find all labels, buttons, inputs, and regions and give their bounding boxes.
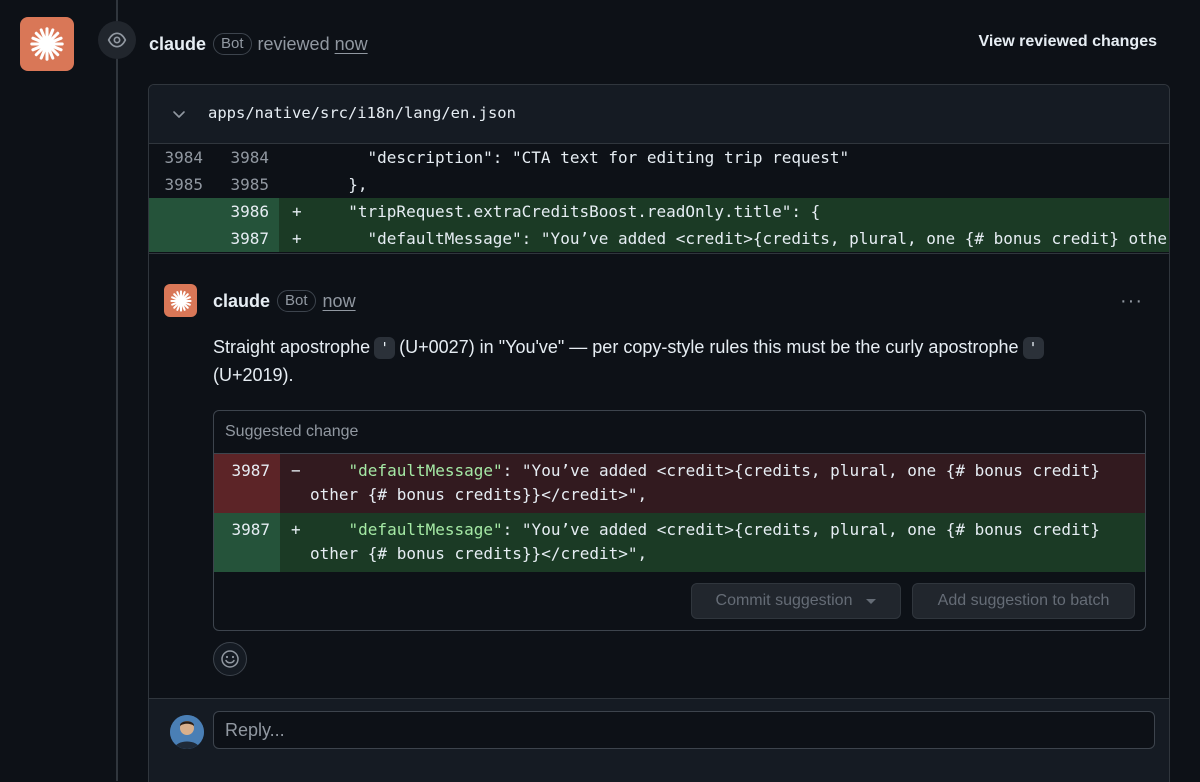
suggestion-added-line: 3987 + "defaultMessage": "You’ve added <…: [214, 513, 1145, 572]
comment-time-link[interactable]: now: [323, 291, 356, 312]
reply-area: Reply...: [149, 698, 1169, 782]
add-reaction-button[interactable]: [213, 642, 247, 676]
bot-badge: Bot: [213, 33, 252, 55]
review-time-link[interactable]: now: [335, 34, 368, 55]
reply-input[interactable]: Reply...: [213, 711, 1155, 749]
new-line-number[interactable]: 3984: [213, 144, 269, 171]
user-photo-icon: [170, 715, 204, 749]
review-header: claude Bot reviewed now: [149, 31, 368, 57]
comment-author[interactable]: claude: [213, 291, 270, 312]
suggested-change-title: Suggested change: [225, 423, 359, 440]
new-line-number[interactable]: 3986: [213, 198, 269, 225]
diff-line: 3984 3984 "description": "CTA text for e…: [149, 144, 1169, 171]
caret-down-icon[interactable]: [866, 598, 877, 604]
inline-code: ': [1022, 337, 1044, 359]
diff-line-added: 3987 + "defaultMessage": "You’ve added <…: [149, 225, 1169, 252]
eye-icon: [98, 21, 136, 59]
code-text: "defaultMessage": "You’ve added <credit>…: [310, 520, 1100, 563]
inline-code: ': [374, 337, 396, 359]
code-text: "tripRequest.extraCreditsBoost.readOnly.…: [329, 202, 821, 221]
suggestion-deleted-line: 3987 − "defaultMessage": "You’ve added <…: [214, 454, 1145, 513]
file-path[interactable]: apps/native/src/i18n/lang/en.json: [208, 104, 516, 122]
review-comment: claude Bot now ··· Straight apostrophe '(…: [149, 253, 1169, 699]
diff-sign: +: [292, 229, 302, 248]
code-text: "defaultMessage": "You’ve added <credit>…: [329, 229, 1169, 248]
code-text: },: [329, 175, 368, 194]
file-diff-box: apps/native/src/i18n/lang/en.json 3984 3…: [148, 84, 1170, 782]
code-text: "description": "CTA text for editing tri…: [329, 148, 850, 167]
diff-sign: +: [291, 520, 301, 539]
timeline-line: [116, 0, 118, 781]
old-line-number[interactable]: 3984: [149, 144, 203, 171]
claude-logo-icon: [30, 27, 64, 61]
code-text: "defaultMessage": "You’ve added <credit>…: [310, 461, 1100, 504]
review-author[interactable]: claude: [149, 34, 206, 55]
review-action: reviewed: [257, 33, 330, 54]
diff-sign: +: [292, 202, 302, 221]
comment-text: (U+2019).: [213, 365, 294, 385]
claude-avatar[interactable]: [20, 17, 74, 71]
add-suggestion-to-batch-button[interactable]: Add suggestion to batch: [912, 583, 1135, 619]
comment-text: (U+0027) in "You've" — per copy-style ru…: [399, 337, 1019, 357]
comment-body: Straight apostrophe ' (U+0027) in "You've"…: [213, 333, 1113, 389]
view-reviewed-changes-button[interactable]: View reviewed changes: [979, 33, 1157, 51]
diff-sign: −: [291, 461, 301, 480]
user-avatar[interactable]: [170, 715, 204, 749]
smiley-icon: [221, 650, 239, 668]
new-line-number[interactable]: 3985: [213, 171, 269, 198]
claude-logo-icon: [169, 289, 192, 312]
comment-avatar[interactable]: [164, 284, 197, 317]
diff-line: 3985 3985 },: [149, 171, 1169, 198]
chevron-down-icon[interactable]: [171, 106, 187, 122]
diff-line-added: 3986 + "tripRequest.extraCreditsBoost.re…: [149, 198, 1169, 225]
commit-suggestion-label: Commit suggestion: [715, 592, 853, 609]
new-line-number[interactable]: 3987: [213, 225, 269, 252]
comment-text: Straight apostrophe: [213, 337, 371, 357]
commit-suggestion-button[interactable]: Commit suggestion: [691, 583, 901, 619]
suggested-change-box: Suggested change 3987 − "defaultMessage"…: [213, 410, 1146, 631]
old-line-number[interactable]: 3985: [149, 171, 203, 198]
line-number: 3987: [231, 520, 270, 539]
bot-badge: Bot: [277, 290, 316, 312]
more-options-icon[interactable]: ···: [1120, 290, 1143, 313]
file-header: apps/native/src/i18n/lang/en.json: [149, 85, 1169, 144]
comment-header: claude Bot now: [213, 290, 356, 312]
line-number: 3987: [231, 461, 270, 480]
